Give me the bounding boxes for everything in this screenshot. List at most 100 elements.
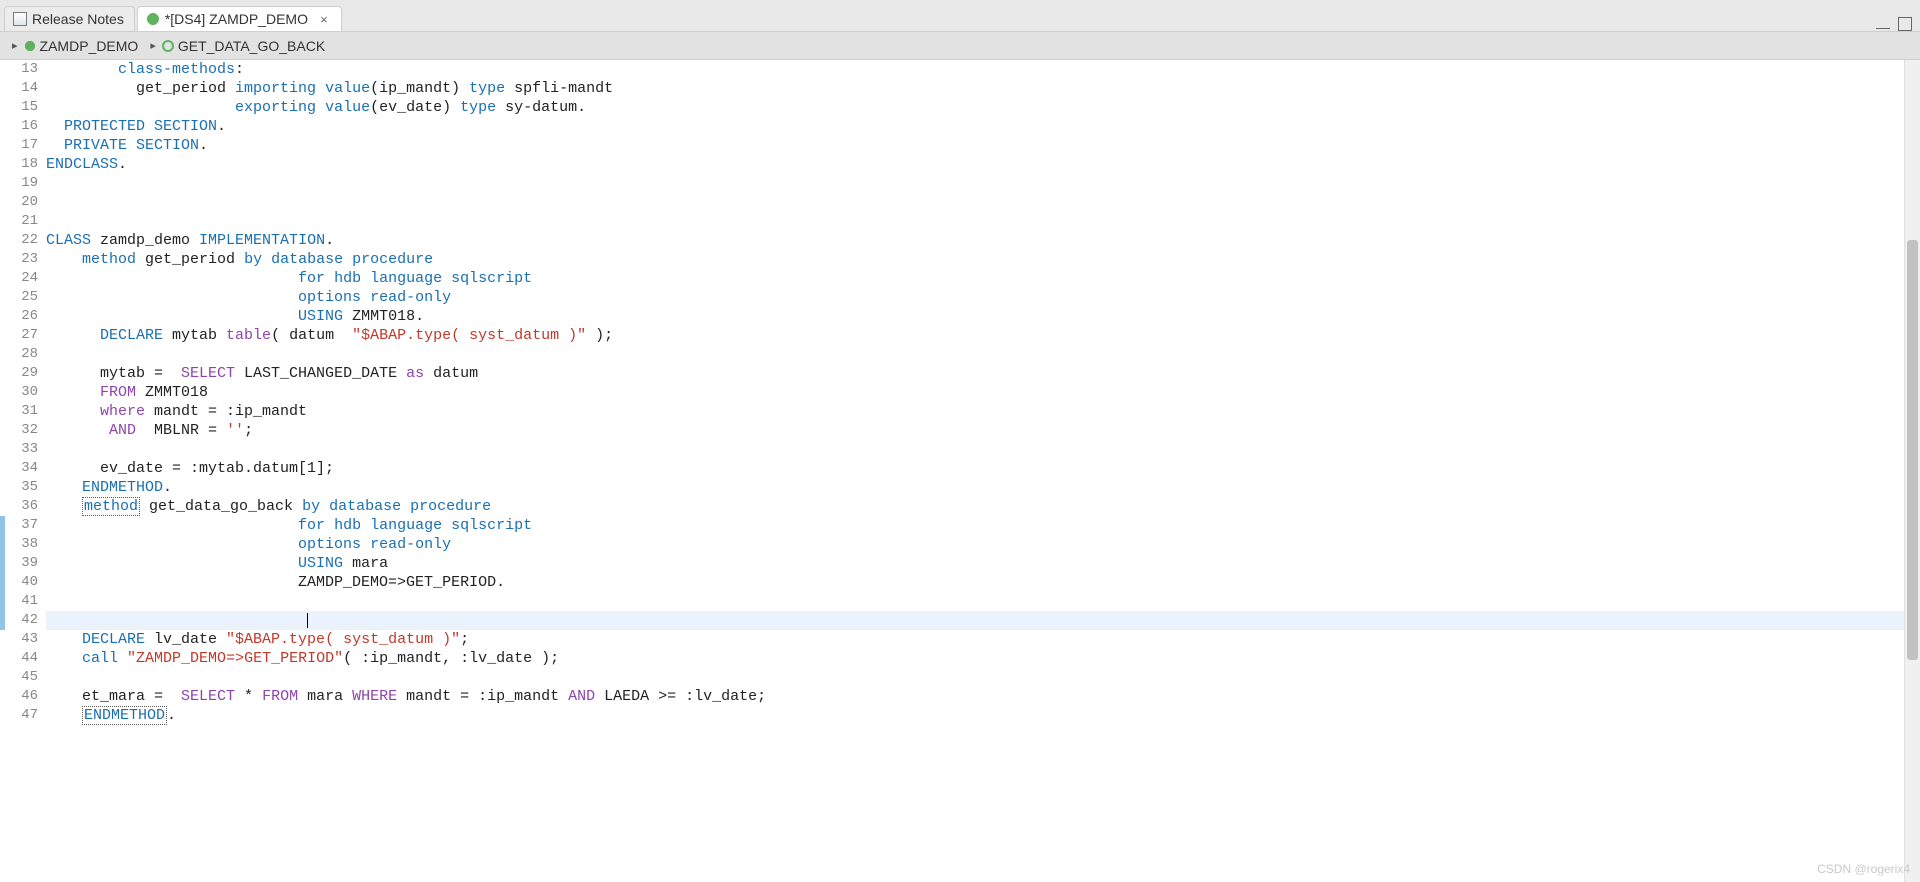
vertical-scrollbar[interactable] <box>1904 60 1920 882</box>
code-line[interactable]: for hdb language sqlscript <box>46 516 1904 535</box>
line-number: 31 <box>8 402 38 421</box>
line-number: 25 <box>8 288 38 307</box>
code-content[interactable]: class-methods: get_period importing valu… <box>44 60 1904 882</box>
code-line[interactable]: ENDMETHOD. <box>46 706 1904 725</box>
code-line[interactable] <box>46 212 1904 231</box>
line-number: 29 <box>8 364 38 383</box>
line-number: 30 <box>8 383 38 402</box>
code-line[interactable]: ZAMDP_DEMO=>GET_PERIOD. <box>46 573 1904 592</box>
line-number: 40 <box>8 573 38 592</box>
line-number: 46 <box>8 687 38 706</box>
code-line[interactable]: DECLARE mytab table( datum "$ABAP.type( … <box>46 326 1904 345</box>
line-number: 26 <box>8 307 38 326</box>
release-notes-icon <box>13 12 27 26</box>
code-line[interactable]: options read-only <box>46 535 1904 554</box>
code-line[interactable]: class-methods: <box>46 60 1904 79</box>
code-line[interactable] <box>46 345 1904 364</box>
code-line[interactable] <box>46 174 1904 193</box>
tab-label: *[DS4] ZAMDP_DEMO <box>165 11 308 27</box>
code-line[interactable] <box>46 611 1904 630</box>
code-line[interactable]: options read-only <box>46 288 1904 307</box>
code-line[interactable] <box>46 592 1904 611</box>
abap-class-icon <box>146 12 160 26</box>
breadcrumb-label: ZAMDP_DEMO <box>40 38 139 54</box>
line-number: 32 <box>8 421 38 440</box>
line-number: 44 <box>8 649 38 668</box>
code-line[interactable]: USING ZMMT018. <box>46 307 1904 326</box>
code-line[interactable]: FROM ZMMT018 <box>46 383 1904 402</box>
scrollbar-thumb[interactable] <box>1907 240 1918 660</box>
change-marker-column <box>0 60 8 882</box>
tabbar-window-controls <box>1876 17 1920 31</box>
code-line[interactable]: for hdb language sqlscript <box>46 269 1904 288</box>
line-number: 28 <box>8 345 38 364</box>
text-caret <box>307 613 308 628</box>
line-number: 14 <box>8 79 38 98</box>
code-line[interactable] <box>46 193 1904 212</box>
abap-method-icon <box>162 40 174 52</box>
line-number: 17 <box>8 136 38 155</box>
code-line[interactable]: call "ZAMDP_DEMO=>GET_PERIOD"( :ip_mandt… <box>46 649 1904 668</box>
code-line[interactable]: CLASS zamdp_demo IMPLEMENTATION. <box>46 231 1904 250</box>
editor-tabbar: Release Notes *[DS4] ZAMDP_DEMO × <box>0 0 1920 32</box>
line-number: 15 <box>8 98 38 117</box>
line-number-gutter: 1314151617181920212223242526272829303132… <box>8 60 44 882</box>
line-number: 39 <box>8 554 38 573</box>
close-icon[interactable]: × <box>317 12 331 26</box>
code-editor[interactable]: 1314151617181920212223242526272829303132… <box>0 60 1920 882</box>
breadcrumb-method[interactable]: ▸ GET_DATA_GO_BACK <box>144 36 331 56</box>
breadcrumb: ▸ ZAMDP_DEMO ▸ GET_DATA_GO_BACK <box>0 32 1920 60</box>
line-number: 19 <box>8 174 38 193</box>
code-line[interactable]: et_mara = SELECT * FROM mara WHERE mandt… <box>46 687 1904 706</box>
code-line[interactable]: exporting value(ev_date) type sy-datum. <box>46 98 1904 117</box>
minimize-icon[interactable] <box>1876 23 1890 29</box>
chevron-right-icon: ▸ <box>150 39 156 52</box>
line-number: 47 <box>8 706 38 725</box>
code-line[interactable]: mytab = SELECT LAST_CHANGED_DATE as datu… <box>46 364 1904 383</box>
breadcrumb-class[interactable]: ▸ ZAMDP_DEMO <box>6 36 144 56</box>
line-number: 22 <box>8 231 38 250</box>
line-number: 18 <box>8 155 38 174</box>
line-number: 43 <box>8 630 38 649</box>
line-number: 33 <box>8 440 38 459</box>
line-number: 20 <box>8 193 38 212</box>
line-number: 35 <box>8 478 38 497</box>
tab-label: Release Notes <box>32 11 124 27</box>
app-window: Release Notes *[DS4] ZAMDP_DEMO × ▸ ZAMD… <box>0 0 1920 882</box>
abap-class-icon <box>24 40 36 52</box>
code-line[interactable]: USING mara <box>46 554 1904 573</box>
change-marker <box>0 516 5 630</box>
code-line[interactable] <box>46 440 1904 459</box>
line-number: 34 <box>8 459 38 478</box>
line-number: 24 <box>8 269 38 288</box>
line-number: 21 <box>8 212 38 231</box>
breadcrumb-label: GET_DATA_GO_BACK <box>178 38 325 54</box>
code-line[interactable]: where mandt = :ip_mandt <box>46 402 1904 421</box>
code-line[interactable]: ENDMETHOD. <box>46 478 1904 497</box>
code-line[interactable]: get_period importing value(ip_mandt) typ… <box>46 79 1904 98</box>
line-number: 41 <box>8 592 38 611</box>
code-line[interactable]: AND MBLNR = ''; <box>46 421 1904 440</box>
code-line[interactable]: PRIVATE SECTION. <box>46 136 1904 155</box>
code-line[interactable]: ENDCLASS. <box>46 155 1904 174</box>
line-number: 37 <box>8 516 38 535</box>
line-number: 36 <box>8 497 38 516</box>
line-number: 23 <box>8 250 38 269</box>
code-line[interactable]: PROTECTED SECTION. <box>46 117 1904 136</box>
line-number: 27 <box>8 326 38 345</box>
tab-zamdp-demo[interactable]: *[DS4] ZAMDP_DEMO × <box>137 6 342 31</box>
line-number: 16 <box>8 117 38 136</box>
line-number: 42 <box>8 611 38 630</box>
code-line[interactable]: ev_date = :mytab.datum[1]; <box>46 459 1904 478</box>
tab-release-notes[interactable]: Release Notes <box>4 6 135 31</box>
line-number: 13 <box>8 60 38 79</box>
chevron-right-icon: ▸ <box>12 39 18 52</box>
code-line[interactable] <box>46 668 1904 687</box>
maximize-icon[interactable] <box>1898 17 1912 31</box>
code-line[interactable]: method get_data_go_back by database proc… <box>46 497 1904 516</box>
watermark-text: CSDN @rogerix4 <box>1817 862 1910 876</box>
code-line[interactable]: DECLARE lv_date "$ABAP.type( syst_datum … <box>46 630 1904 649</box>
line-number: 38 <box>8 535 38 554</box>
line-number: 45 <box>8 668 38 687</box>
code-line[interactable]: method get_period by database procedure <box>46 250 1904 269</box>
